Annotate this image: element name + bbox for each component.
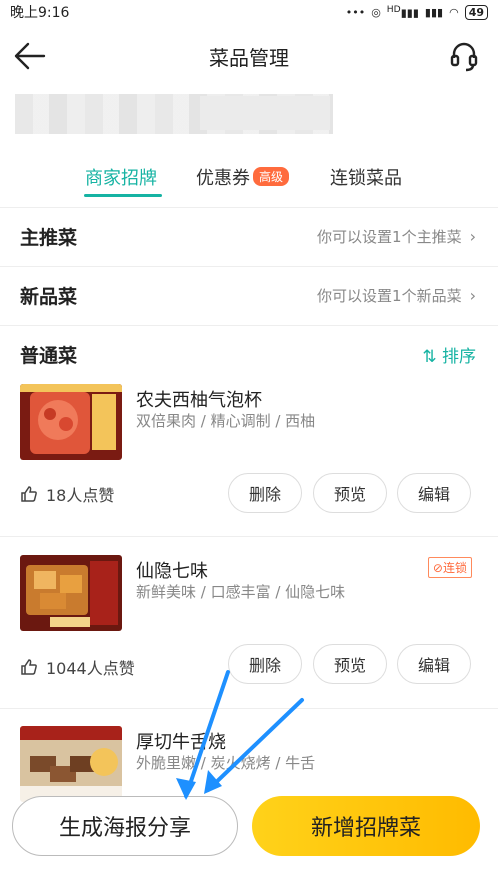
wifi-icon: ◠ xyxy=(449,5,459,19)
divider xyxy=(0,708,498,709)
generate-poster-button[interactable]: 生成海报分享 xyxy=(12,796,238,856)
preview-button[interactable]: 预览 xyxy=(313,644,387,684)
dish-desc: 外脆里嫩 / 炭火烧烤 / 牛舌 xyxy=(136,754,316,772)
divider xyxy=(0,536,498,537)
normal-dish-header: 普通菜 ⇅ 排序 xyxy=(0,325,498,383)
dish-image[interactable] xyxy=(20,384,122,460)
headset-icon xyxy=(450,42,478,72)
status-bar: 晚上9:16 ••• ◎ HD▮▮▮ ▮▮▮ ◠ 49 xyxy=(0,0,498,24)
alarm-icon: ◎ xyxy=(371,5,381,19)
dish-desc: 双倍果肉 / 精心调制 / 西柚 xyxy=(136,412,316,430)
delete-button[interactable]: 删除 xyxy=(228,644,302,684)
sort-button[interactable]: ⇅ 排序 xyxy=(422,342,476,367)
chain-badge: ⊘连锁 xyxy=(427,557,472,578)
tab-signature[interactable]: 商家招牌 xyxy=(85,164,157,190)
delete-button[interactable]: 删除 xyxy=(228,473,302,513)
edit-button[interactable]: 编辑 xyxy=(397,644,471,684)
status-icons: ••• ◎ HD▮▮▮ ▮▮▮ ◠ 49 xyxy=(346,4,488,20)
new-dish-title: 新品菜 xyxy=(20,286,78,308)
hd-signal-icon: HD▮▮▮ xyxy=(386,4,419,20)
sort-icon: ⇅ xyxy=(422,347,437,367)
normal-dish-title: 普通菜 xyxy=(20,345,78,367)
tab-chain-dishes[interactable]: 连锁菜品 xyxy=(330,164,402,190)
dish-likes: 18人点赞 xyxy=(20,482,114,506)
tab-coupon-label: 优惠券 xyxy=(196,168,250,189)
preview-button[interactable]: 预览 xyxy=(313,473,387,513)
nav-bar: 菜品管理 xyxy=(0,28,498,84)
main-dish-row[interactable]: 主推菜 你可以设置1个主推菜 › xyxy=(0,207,498,265)
thumb-up-icon xyxy=(21,659,37,675)
new-dish-row[interactable]: 新品菜 你可以设置1个新品菜 › xyxy=(0,266,498,324)
dish-desc: 新鲜美味 / 口感丰富 / 仙隐七味 xyxy=(136,583,346,601)
battery-indicator: 49 xyxy=(464,4,488,20)
store-info-blurred-patch xyxy=(200,96,330,130)
dish-name: 仙隐七味 xyxy=(136,561,208,582)
thumb-up-icon xyxy=(21,486,37,502)
new-dish-hint: 你可以设置1个新品菜 › xyxy=(317,286,476,305)
main-dish-title: 主推菜 xyxy=(20,227,78,249)
bottom-action-bar: 生成海报分享 新增招牌菜 xyxy=(0,786,498,875)
premium-badge: 高级 xyxy=(253,167,290,186)
add-signature-dish-button[interactable]: 新增招牌菜 xyxy=(252,796,480,856)
chain-link-icon: ⊘ xyxy=(432,561,443,575)
dish-name: 厚切牛舌烧 xyxy=(136,732,226,753)
signal-icon: ▮▮▮ xyxy=(424,5,444,19)
main-dish-hint: 你可以设置1个主推菜 › xyxy=(317,227,476,246)
page-title: 菜品管理 xyxy=(209,46,289,70)
customer-service-button[interactable] xyxy=(448,40,480,72)
dish-likes: 1044人点赞 xyxy=(20,655,135,679)
chevron-right-icon: › xyxy=(469,286,476,305)
dish-image[interactable] xyxy=(20,555,122,631)
tab-coupon[interactable]: 优惠券 高级 xyxy=(196,164,290,190)
chevron-right-icon: › xyxy=(469,227,476,246)
status-time: 晚上9:16 xyxy=(10,5,70,21)
tab-active-indicator xyxy=(84,194,162,197)
edit-button[interactable]: 编辑 xyxy=(397,473,471,513)
more-dots-icon: ••• xyxy=(345,5,366,19)
dish-name: 农夫西柚气泡杯 xyxy=(136,390,262,411)
tab-bar: 商家招牌 优惠券 高级 连锁菜品 xyxy=(0,158,498,202)
